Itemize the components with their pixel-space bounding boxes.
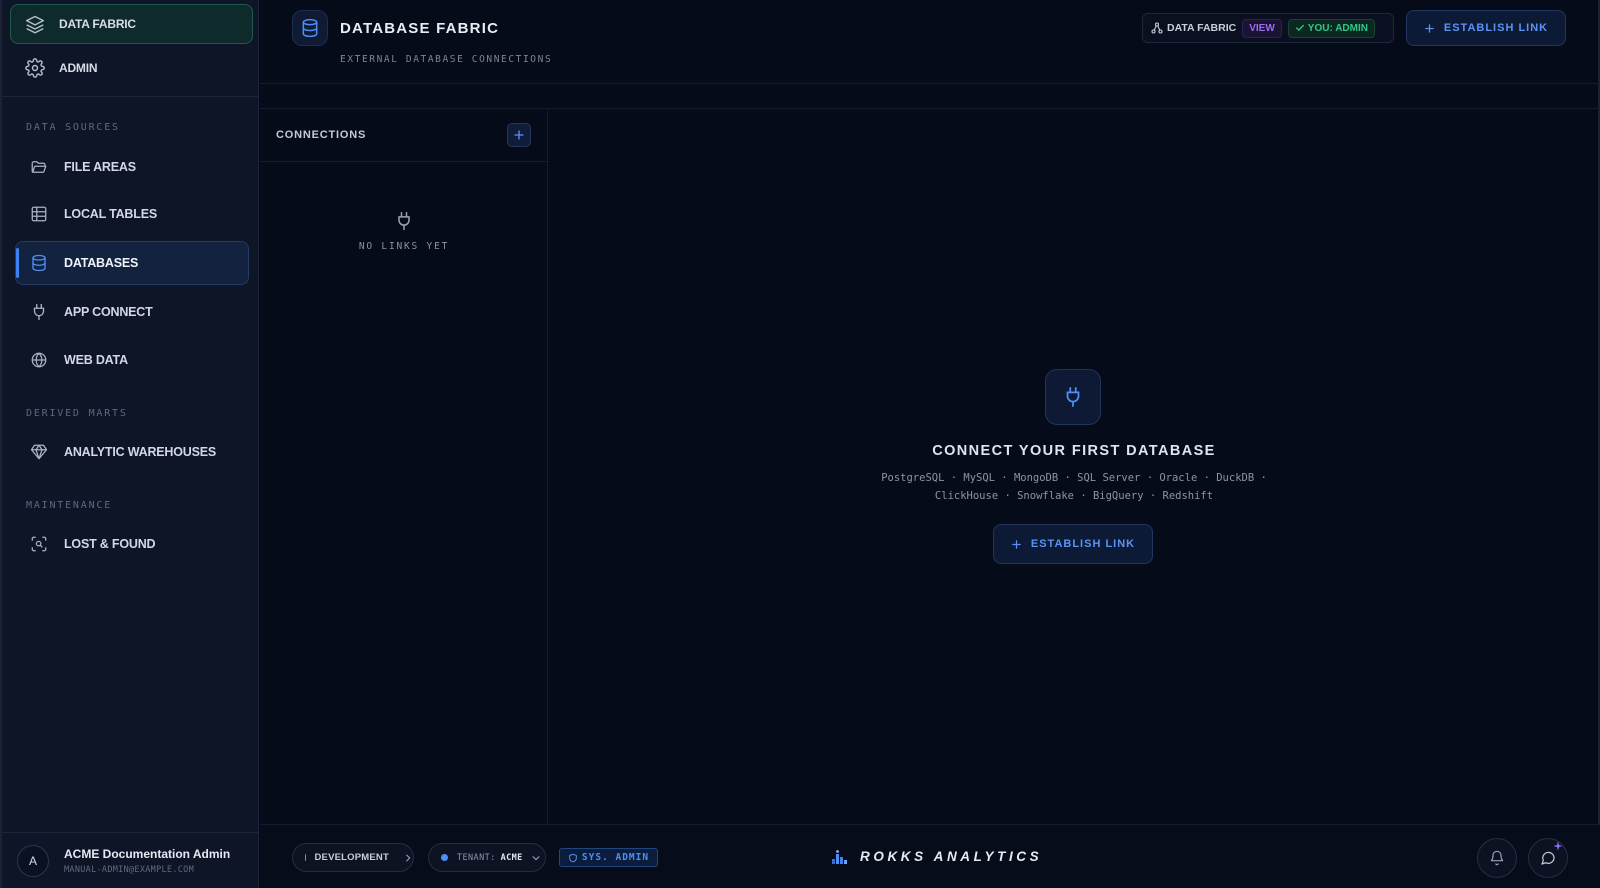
network-icon [1151, 22, 1163, 34]
empty-links-text: NO LINKS YET [358, 241, 450, 252]
bell-icon [1489, 850, 1505, 866]
scan-search-icon [30, 535, 48, 553]
plug-icon [1045, 369, 1101, 425]
sidebar-item-label: APP CONNECT [64, 305, 153, 319]
brand-name: ROKKS ANALYTICS [860, 849, 1043, 864]
database-icon [292, 10, 328, 46]
user-email: MANUAL-ADMIN@EXAMPLE.COM [64, 864, 195, 875]
supported-databases-line: ClickHouse · Snowflake · BigQuery · Reds… [934, 490, 1214, 502]
section-label-data-sources: DATA SOURCES [26, 122, 120, 133]
empty-state-title: CONNECT YOUR FIRST DATABASE [932, 443, 1216, 459]
establish-link-button[interactable]: ESTABLISH LINK [993, 524, 1153, 564]
avatar: A [17, 844, 49, 877]
sidebar-item-label: DATA FABRIC [59, 17, 136, 31]
page-subtitle: EXTERNAL DATABASE CONNECTIONS [340, 54, 553, 65]
permission-indicator: DATA FABRIC VIEW YOU: ADMIN [1142, 13, 1394, 43]
plug-icon [394, 211, 414, 231]
sidebar-item-label: WEB DATA [64, 353, 128, 367]
notifications-button[interactable] [1477, 838, 1517, 878]
establish-link-button[interactable]: ESTABLISH LINK [1406, 10, 1566, 46]
sidebar-item-web-data[interactable]: WEB DATA [15, 338, 249, 382]
plus-icon [1424, 23, 1435, 34]
tenant-status-dot [441, 854, 448, 861]
sidebar: DATA FABRIC ADMIN DATA SOURCES FILE AREA… [0, 0, 259, 888]
user-profile[interactable]: A ACME Documentation Admin MANUAL-ADMIN@… [2, 832, 259, 888]
sidebar-item-local-tables[interactable]: LOCAL TABLES [15, 192, 249, 236]
chat-bubble-icon [1540, 850, 1556, 866]
section-label-derived-marts: DERIVED MARTS [26, 408, 128, 419]
connections-header: CONNECTIONS [260, 109, 547, 162]
page-header: DATABASE FABRIC EXTERNAL DATABASE CONNEC… [260, 0, 1600, 84]
plug-icon [30, 303, 48, 321]
chevron-right-icon [403, 853, 413, 863]
plus-icon [1011, 539, 1022, 550]
chat-button[interactable] [1528, 838, 1568, 878]
database-icon [30, 254, 48, 272]
user-name: ACME Documentation Admin [64, 846, 231, 861]
status-bar: DEVELOPMENT TENANT: ACME SYS. ADMIN ROKK… [260, 824, 1600, 888]
connections-title: CONNECTIONS [276, 129, 367, 141]
sidebar-item-lost-and-found[interactable]: LOST & FOUND [15, 522, 249, 566]
add-connection-button[interactable] [507, 123, 531, 147]
supported-databases-line: PostgreSQL · MySQL · MongoDB · SQL Serve… [881, 472, 1267, 484]
tenant-value: ACME [500, 852, 523, 863]
brand-logo: ROKKS ANALYTICS [832, 849, 1042, 864]
sidebar-item-data-fabric[interactable]: DATA FABRIC [10, 4, 253, 44]
permission-scope: DATA FABRIC [1151, 22, 1236, 34]
check-icon [1295, 23, 1305, 33]
sidebar-item-label: LOCAL TABLES [64, 207, 157, 221]
sidebar-item-app-connect[interactable]: APP CONNECT [15, 290, 249, 334]
sys-admin-badge: SYS. ADMIN [559, 848, 658, 867]
shield-icon [568, 853, 578, 863]
globe-icon [30, 351, 48, 369]
sidebar-item-databases[interactable]: DATABASES [15, 241, 249, 285]
sidebar-item-label: DATABASES [64, 256, 139, 270]
environment-label: DEVELOPMENT [314, 852, 389, 863]
connections-empty-state: NO LINKS YET [260, 211, 548, 252]
environment-selector[interactable]: DEVELOPMENT [292, 843, 414, 872]
main-empty-state: CONNECT YOUR FIRST DATABASE PostgreSQL ·… [548, 109, 1600, 824]
chevron-down-icon [531, 853, 541, 863]
sidebar-item-label: ADMIN [59, 61, 98, 75]
role-badge: YOU: ADMIN [1287, 18, 1375, 38]
sidebar-item-label: ANALYTIC WAREHOUSES [64, 445, 217, 459]
connections-panel: CONNECTIONS NO LINKS YET [260, 109, 548, 824]
toolbar-strip [260, 84, 1600, 109]
plus-icon [513, 129, 525, 141]
table-grid-icon [30, 205, 48, 223]
gem-icon [30, 443, 48, 461]
permission-level-badge: VIEW [1242, 18, 1282, 38]
tenant-selector[interactable]: TENANT: ACME [428, 843, 546, 872]
bar-chart-logo-icon [832, 849, 850, 864]
section-label-maintenance: MAINTENANCE [26, 500, 113, 511]
sidebar-item-label: FILE AREAS [64, 160, 136, 174]
supported-databases: PostgreSQL · MySQL · MongoDB · SQL Serve… [824, 469, 1324, 505]
tenant-label: TENANT: [457, 852, 496, 863]
folder-open-icon [30, 158, 48, 176]
sidebar-item-admin[interactable]: ADMIN [10, 48, 253, 88]
gear-icon [25, 58, 45, 78]
sidebar-item-file-areas[interactable]: FILE AREAS [15, 145, 249, 189]
layers-icon [25, 14, 45, 34]
page-title: DATABASE FABRIC [340, 20, 500, 37]
sidebar-item-analytic-warehouses[interactable]: ANALYTIC WAREHOUSES [15, 430, 249, 474]
sidebar-item-label: LOST & FOUND [64, 537, 156, 551]
sparkle-icon [1553, 841, 1563, 851]
